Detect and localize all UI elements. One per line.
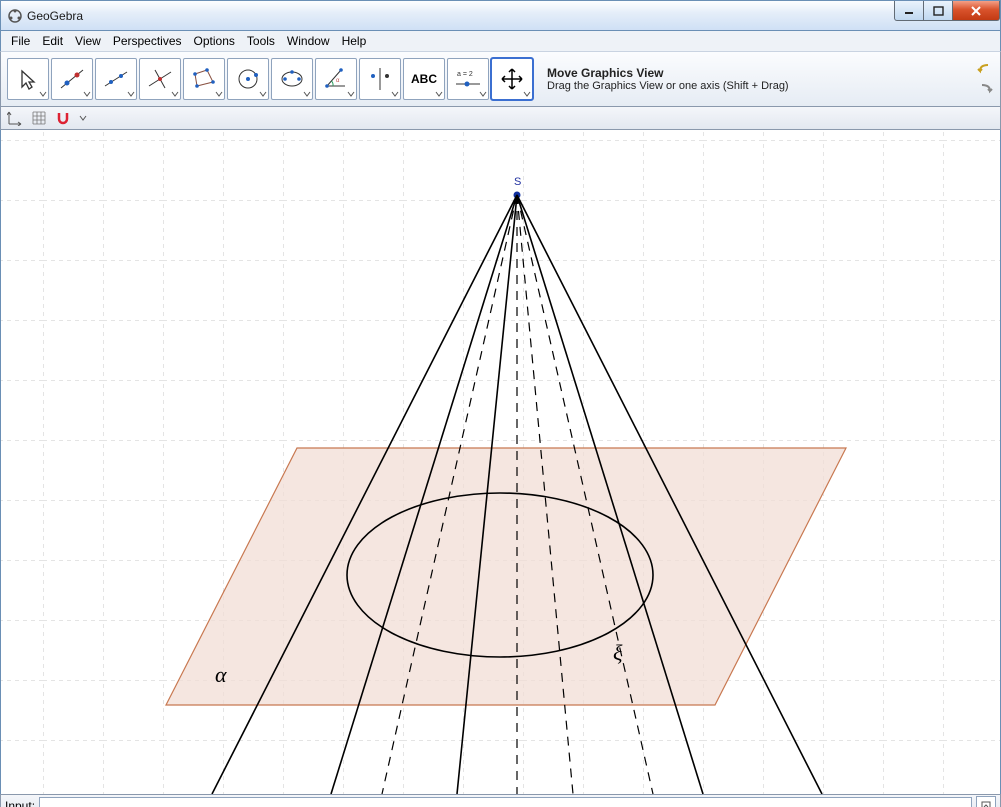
input-label: Input: <box>5 799 35 807</box>
segment-tool[interactable] <box>139 58 181 100</box>
label-alpha: α <box>215 662 227 688</box>
redo-button[interactable] <box>976 81 994 97</box>
chevron-down-icon <box>347 90 355 98</box>
minimize-icon <box>904 6 914 16</box>
input-field[interactable] <box>39 797 972 807</box>
maximize-button[interactable] <box>923 1 953 21</box>
chevron-down-icon <box>83 90 91 98</box>
menu-tools[interactable]: Tools <box>241 32 281 50</box>
graphics-view[interactable]: S α ξ <box>0 130 1001 794</box>
window-buttons <box>895 1 1000 21</box>
menu-options[interactable]: Options <box>188 32 241 50</box>
tool-info: Move Graphics View Drag the Graphics Vie… <box>547 66 789 92</box>
svg-text:S: S <box>514 176 521 188</box>
tool-info-desc: Drag the Graphics View or one axis (Shif… <box>547 80 789 92</box>
menu-edit[interactable]: Edit <box>36 32 69 50</box>
slider-tool[interactable]: a = 2 <box>447 58 489 100</box>
sub-toolbar <box>0 107 1001 130</box>
chevron-down-icon <box>39 90 47 98</box>
chevron-down-icon <box>259 90 267 98</box>
svg-text:α: α <box>336 78 340 84</box>
history-icon <box>981 801 991 807</box>
maximize-icon <box>933 6 944 16</box>
chevron-down-icon <box>479 90 487 98</box>
window-title: GeoGebra <box>27 9 83 23</box>
chevron-down-icon <box>171 90 179 98</box>
grid-icon[interactable] <box>31 110 47 126</box>
chevron-down-icon <box>435 90 443 98</box>
close-button[interactable] <box>952 1 1000 21</box>
toolbar-right <box>976 61 994 97</box>
chevron-down-icon <box>303 90 311 98</box>
input-bar: Input: <box>0 794 1001 807</box>
svg-text:a = 2: a = 2 <box>457 71 473 78</box>
titlebar: GeoGebra <box>0 0 1001 31</box>
circle-tool[interactable] <box>227 58 269 100</box>
arrow-icon <box>16 67 40 91</box>
conic-tool[interactable] <box>271 58 313 100</box>
input-history-button[interactable] <box>976 796 996 807</box>
reflect-tool[interactable] <box>359 58 401 100</box>
menu-help[interactable]: Help <box>336 32 373 50</box>
angle-tool[interactable]: α <box>315 58 357 100</box>
chevron-down-icon <box>391 90 399 98</box>
move-view-tool[interactable] <box>491 58 533 100</box>
arrow-tool[interactable] <box>7 58 49 100</box>
snap-icon[interactable] <box>55 110 71 126</box>
menu-window[interactable]: Window <box>281 32 336 50</box>
chevron-down-icon <box>215 90 223 98</box>
line-tool[interactable] <box>95 58 137 100</box>
undo-button[interactable] <box>976 61 994 77</box>
menu-perspectives[interactable]: Perspectives <box>107 32 188 50</box>
graphics-canvas: S <box>1 130 1001 794</box>
chevron-down-icon <box>127 90 135 98</box>
label-xi: ξ <box>613 640 622 666</box>
tool-info-title: Move Graphics View <box>547 66 789 80</box>
text-tool[interactable]: ABC <box>403 58 445 100</box>
chevron-down-icon <box>523 90 531 98</box>
minimize-button[interactable] <box>894 1 924 21</box>
polygon-tool[interactable] <box>183 58 225 100</box>
menubar: File Edit View Perspectives Options Tool… <box>0 31 1001 51</box>
close-icon <box>970 6 982 16</box>
point-tool[interactable] <box>51 58 93 100</box>
menu-file[interactable]: File <box>5 32 36 50</box>
move-view-icon <box>499 66 525 92</box>
axes-icon[interactable] <box>7 110 23 126</box>
text-icon: ABC <box>411 72 437 86</box>
toolbar: α ABC a = 2 Move Graphics View Drag the … <box>0 51 1001 107</box>
menu-view[interactable]: View <box>69 32 107 50</box>
app-logo-icon <box>7 8 23 24</box>
chevron-down-icon[interactable] <box>79 114 87 122</box>
